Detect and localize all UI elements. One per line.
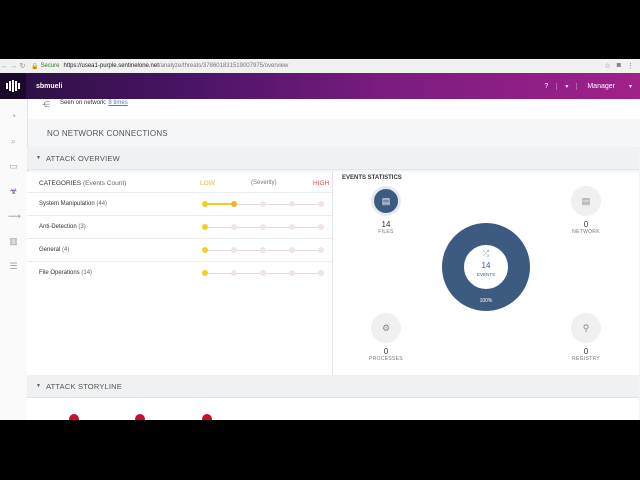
severity-low-label: LOW [200, 180, 215, 187]
bookmark-star-icon[interactable]: ☆ [604, 62, 610, 70]
severity-fill [205, 203, 234, 205]
secure-label: Secure [40, 63, 60, 69]
registry-lock-icon: ⚲ [571, 313, 601, 343]
network-nodes-icon: ⋲ [42, 100, 50, 109]
donut-center-value: 14 [482, 261, 491, 270]
severity-dot [231, 270, 237, 276]
gear-icon: ⚙ [371, 313, 401, 343]
severity-dot [289, 270, 295, 276]
chevron-down-icon[interactable]: ▾ [557, 83, 576, 90]
user-menu[interactable]: Manager [576, 82, 621, 90]
stat-processes[interactable]: ⚙ 0 PROCESSES [361, 313, 411, 362]
stat-registry[interactable]: ⚲ 0 REGISTRY [561, 313, 611, 362]
site-name[interactable]: sbmueli [36, 83, 62, 90]
storyline-node[interactable] [202, 414, 212, 420]
severity-dot [318, 247, 324, 253]
app-header: sbmueli ? ▾ Manager ▾ [0, 73, 640, 99]
main-content: ⋲ Seen on network: 8 times NO NETWORK CO… [27, 99, 640, 420]
severity-label: (Severity) [251, 180, 277, 186]
url-host: https://usea1-purple.sentinelone.net [63, 63, 159, 69]
caret-down-icon: ▼ [36, 383, 41, 389]
category-row[interactable]: File Operations (14) [27, 261, 332, 285]
severity-dot [202, 224, 208, 230]
category-row[interactable]: Anti-Detection (3) [27, 215, 332, 239]
severity-dot [260, 247, 266, 253]
attack-overview-body: CATEGORIES (Events Count) LOW (Severity)… [27, 172, 639, 376]
devices-icon[interactable]: ▭ [8, 161, 19, 172]
category-row[interactable]: System Manipulation (44) [27, 192, 332, 216]
category-row[interactable]: General (4) [27, 238, 332, 262]
help-button[interactable]: ? [536, 82, 558, 90]
severity-dot [231, 224, 237, 230]
severity-dot [231, 201, 237, 207]
severity-dot [231, 247, 237, 253]
categories-pane: CATEGORIES (Events Count) LOW (Severity)… [27, 172, 333, 375]
app-frame: ← → ↻ 🔒 Secure https://usea1-purple.sent… [0, 59, 640, 420]
sentinelone-logo-icon[interactable] [0, 73, 26, 99]
forward-icon[interactable]: → [9, 63, 18, 70]
severity-dot [260, 270, 266, 276]
severity-dot [289, 201, 295, 207]
network-doc-icon: ▤ [571, 186, 601, 216]
no-network-connections: NO NETWORK CONNECTIONS [27, 119, 640, 148]
address-bar[interactable]: 🔒 Secure https://usea1-purple.sentinelon… [31, 61, 600, 71]
threats-biohazard-icon[interactable]: ☣ [8, 186, 19, 197]
category-label: General (4) [39, 247, 70, 253]
severity-dot [202, 247, 208, 253]
visibility-search-icon[interactable]: ⌕ [8, 136, 19, 147]
events-statistics-pane: EVENTS STATISTICS ▤ 14 FILES ▤ 0 NETWORK… [333, 172, 639, 375]
severity-high-label: HIGH [313, 180, 330, 187]
shuffle-icon: ⤮ [483, 249, 490, 258]
severity-dot [202, 201, 208, 207]
seen-on-network: Seen on network: 8 times [60, 100, 128, 106]
severity-dot [289, 247, 295, 253]
category-label: File Operations (14) [39, 270, 93, 276]
stat-files[interactable]: ▤ 14 FILES [361, 186, 411, 235]
stat-network[interactable]: ▤ 0 NETWORK [561, 186, 611, 235]
seen-times-link[interactable]: 8 times [108, 100, 127, 106]
browser-toolbar: ← → ↻ 🔒 Secure https://usea1-purple.sent… [0, 59, 640, 74]
lock-icon: 🔒 [31, 63, 39, 70]
storyline-node[interactable] [135, 414, 145, 420]
severity-dot [260, 201, 266, 207]
back-icon[interactable]: ← [0, 63, 9, 70]
user-chevron-down-icon[interactable]: ▾ [621, 83, 640, 90]
events-statistics-title: EVENTS STATISTICS [342, 175, 402, 181]
events-donut-chart: ⤮ 14 EVENTS 100% [442, 223, 530, 311]
severity-dot [318, 201, 324, 207]
attack-overview-header[interactable]: ▼ ATTACK OVERVIEW [27, 147, 639, 170]
category-label: Anti-Detection (3) [39, 224, 86, 230]
categories-header: CATEGORIES (Events Count) [39, 180, 127, 187]
file-icon: ▤ [371, 186, 401, 216]
caret-down-icon: ▼ [36, 155, 41, 161]
extension-icon[interactable]: ◙ [617, 62, 621, 70]
severity-dot [318, 224, 324, 230]
donut-center-label: EVENTS [477, 272, 495, 277]
url-path: /analyze/threats/378601831519007975/over… [158, 63, 289, 69]
reports-chart-icon[interactable]: ▥ [8, 236, 19, 247]
storyline-node[interactable] [69, 414, 79, 420]
severity-dot [289, 224, 295, 230]
donut-percent: 100% [480, 298, 493, 304]
settings-sliders-icon[interactable]: ☰ [8, 261, 19, 272]
activity-icon[interactable]: ⟿ [8, 211, 21, 222]
attack-storyline-header[interactable]: ▼ ATTACK STORYLINE [27, 375, 639, 398]
dashboard-gauge-icon[interactable]: ◔ [8, 111, 19, 122]
category-label: System Manipulation (44) [39, 201, 108, 207]
severity-dot [260, 224, 266, 230]
menu-dots-icon[interactable]: ⋮ [627, 62, 634, 70]
severity-dot [202, 270, 208, 276]
attack-storyline-body [27, 398, 639, 420]
reload-icon[interactable]: ↻ [18, 62, 27, 70]
sidebar: ◔ ⌕ ▭ ☣ ⟿ ▥ ☰ [0, 99, 28, 420]
network-summary: ⋲ Seen on network: 8 times [27, 99, 640, 120]
severity-dot [318, 270, 324, 276]
